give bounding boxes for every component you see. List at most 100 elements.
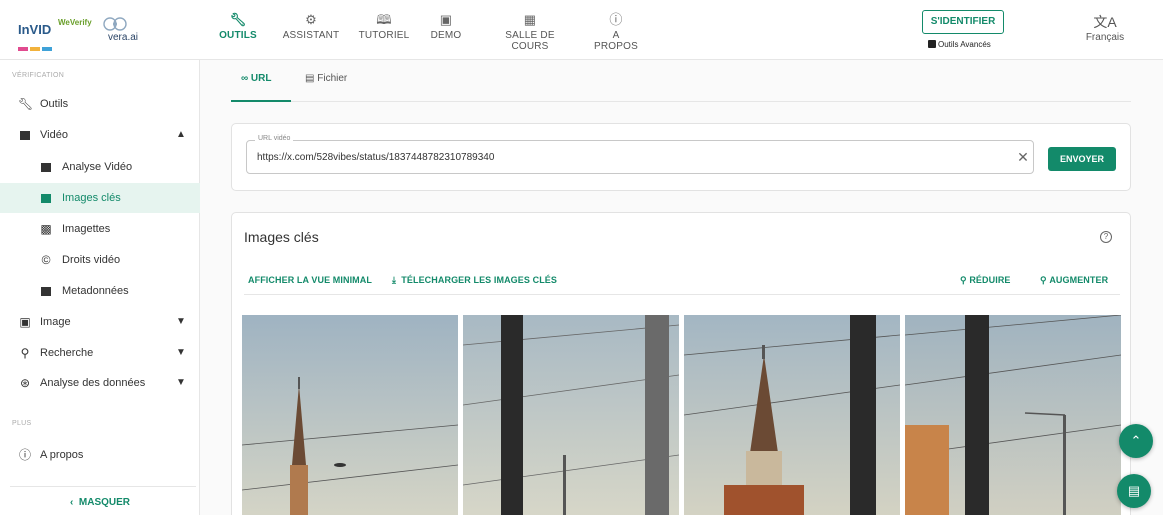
nav-label: DEMO xyxy=(430,30,462,41)
thumbnails-icon: ▩ xyxy=(40,222,52,236)
help-icon[interactable]: ? xyxy=(1100,231,1112,243)
chevron-up-icon: ⌃ xyxy=(1130,433,1142,448)
chat-icon: ▤ xyxy=(1127,483,1141,498)
sidebar-item-label: Recherche xyxy=(40,347,94,359)
increase-label: AUGMENTER xyxy=(1049,275,1109,285)
nav-assistant[interactable]: ⚙ ASSISTANT xyxy=(280,10,342,54)
hide-label: MASQUER xyxy=(78,497,131,508)
keyframe-thumbnail[interactable] xyxy=(905,315,1121,515)
sidebar-divider xyxy=(10,486,196,487)
reduce-button[interactable]: ⚲ RÉDUIRE xyxy=(960,275,1011,286)
chevron-left-icon: ‹ xyxy=(69,497,74,508)
classroom-icon: ▦ xyxy=(523,12,537,27)
keyframe-thumbnail[interactable] xyxy=(684,315,900,515)
info-icon: ⓘ xyxy=(609,12,623,27)
sidebar-item-metadonnees[interactable]: Metadonnées xyxy=(0,276,200,306)
nav-demo[interactable]: ▣ DEMO xyxy=(428,10,464,54)
download-label: TÉLECHARGER LES IMAGES CLÉS xyxy=(401,275,557,285)
sidebar-item-analyse-donnees[interactable]: ⊛ Analyse des données ▼ xyxy=(0,368,200,398)
advanced-tools-link[interactable]: Outils Avancés xyxy=(928,40,991,49)
sidebar-item-label: Analyse des données xyxy=(40,377,146,389)
nav-outils[interactable]: 🔧︎ OUTILS xyxy=(216,10,260,54)
send-button[interactable]: ENVOYER xyxy=(1048,147,1116,171)
nav-a-propos[interactable]: ⓘ A PROPOS xyxy=(590,10,642,54)
nav-label: OUTILS xyxy=(219,30,257,41)
increase-button[interactable]: ⚲ AUGMENTER xyxy=(1040,275,1108,286)
chevron-down-icon: ▼ xyxy=(176,316,186,327)
sidebar-item-video[interactable]: Vidéo ▲ xyxy=(0,120,200,150)
vera-logo-mark xyxy=(103,17,127,31)
lock-icon xyxy=(928,40,936,48)
link-icon: ∞ xyxy=(241,73,249,84)
sidebar-item-imagettes[interactable]: ▩ Imagettes xyxy=(0,214,200,244)
input-tabs: ∞ URL ▤ Fichier xyxy=(231,68,1131,102)
weverify-logo-text: WeVerify xyxy=(58,18,92,27)
sidebar-item-label: Analyse Vidéo xyxy=(62,161,133,173)
sidebar-item-label: Imagettes xyxy=(62,223,111,235)
keyframe-thumbnail[interactable] xyxy=(463,315,679,515)
metadata-icon xyxy=(39,276,53,306)
minimal-view-button[interactable]: AFFICHER LA VUE MINIMAL xyxy=(248,275,372,285)
sidebar: VÉRIFICATION 🔧︎ Outils Vidéo ▲ Analyse V… xyxy=(0,60,200,515)
sidebar-item-label: Vidéo xyxy=(40,129,68,141)
sidebar-item-label: A propos xyxy=(40,449,84,461)
sidebar-item-analyse-video[interactable]: Analyse Vidéo xyxy=(0,152,200,182)
chevron-down-icon: ▼ xyxy=(176,377,186,388)
reduce-label: RÉDUIRE xyxy=(969,275,1011,285)
keyframes-toolbar: AFFICHER LA VUE MINIMAL ⤓ TÉLECHARGER LE… xyxy=(244,275,1120,295)
data-analysis-icon: ⊛ xyxy=(19,376,31,390)
sidebar-item-label: Metadonnées xyxy=(62,285,129,297)
film-icon xyxy=(18,120,32,150)
nav-label: ASSISTANT xyxy=(282,30,340,41)
zoom-in-icon: ⚲ xyxy=(1040,275,1047,285)
advanced-label: Outils Avancés xyxy=(938,40,991,49)
invid-logo-text: InVID xyxy=(18,22,52,37)
sidebar-item-a-propos[interactable]: ⓘ A propos xyxy=(0,440,200,470)
keyframes-grid xyxy=(242,315,1122,515)
image-icon: ▣ xyxy=(19,315,31,329)
nav-tutoriel[interactable]: 🕮︎ TUTORIEL xyxy=(358,10,410,54)
sidebar-item-image[interactable]: ▣ Image ▼ xyxy=(0,307,200,337)
sidebar-item-label: Outils xyxy=(40,98,69,110)
vera-logo-text: vera.ai xyxy=(108,32,139,43)
url-input[interactable] xyxy=(257,149,997,165)
hide-sidebar-button[interactable]: ‹ MASQUER xyxy=(0,493,200,513)
url-field-label: URL vidéo xyxy=(255,135,294,142)
url-field: URL vidéo ✕ xyxy=(246,135,1034,174)
sidebar-item-recherche[interactable]: ⚲ Recherche ▼ xyxy=(0,338,200,368)
top-app-bar: InVID WeVerify vera.ai 🔧︎ OUTILS ⚙ ASSIS… xyxy=(0,0,1163,60)
file-upload-icon: ▤ xyxy=(305,73,315,84)
translate-icon: 文A xyxy=(1093,14,1117,30)
download-keyframes-button[interactable]: ⤓ TÉLECHARGER LES IMAGES CLÉS xyxy=(392,275,557,286)
logo-bars xyxy=(18,38,56,51)
sidebar-item-droits-video[interactable]: © Droits vidéo xyxy=(0,245,200,275)
logo[interactable]: InVID WeVerify vera.ai xyxy=(16,14,186,51)
section-label-verification: VÉRIFICATION xyxy=(12,72,65,79)
wrench-icon: 🔧︎ xyxy=(229,12,247,27)
tab-fichier[interactable]: ▤ Fichier xyxy=(305,68,347,102)
download-icon: ⤓ xyxy=(392,275,397,285)
sidebar-item-label: Droits vidéo xyxy=(62,254,121,266)
keyframe-thumbnail[interactable] xyxy=(242,315,458,515)
language-selector[interactable]: 文A Français xyxy=(1080,12,1130,43)
chat-button[interactable]: ▤ xyxy=(1117,474,1151,508)
keyframes-card: Images clés ? AFFICHER LA VUE MINIMAL ⤓ … xyxy=(231,212,1131,515)
robot-icon: ⚙ xyxy=(305,12,317,27)
section-label-plus: PLUS xyxy=(12,420,32,427)
sidebar-item-outils[interactable]: 🔧︎ Outils xyxy=(0,89,200,119)
book-icon: 🕮︎ xyxy=(376,12,392,27)
copyright-icon: © xyxy=(41,253,51,267)
wrench-icon: 🔧︎ xyxy=(18,97,34,111)
signin-button[interactable]: S'IDENTIFIER xyxy=(922,10,1004,34)
nav-salle-de-cours[interactable]: ▦ SALLE DE COURS xyxy=(488,10,572,54)
url-card: URL vidéo ✕ ENVOYER xyxy=(231,123,1131,191)
tab-url[interactable]: ∞ URL xyxy=(241,68,271,102)
sidebar-item-label: Images clés xyxy=(62,192,121,204)
clear-icon[interactable]: ✕ xyxy=(1015,147,1031,167)
sidebar-item-images-cles[interactable]: Images clés xyxy=(0,183,200,213)
keyframes-icon xyxy=(39,183,53,213)
chevron-up-icon: ▲ xyxy=(176,129,186,140)
scroll-top-button[interactable]: ⌃ xyxy=(1119,424,1153,458)
nav-label: A PROPOS xyxy=(594,30,638,52)
video-icon: ▣ xyxy=(439,12,453,27)
